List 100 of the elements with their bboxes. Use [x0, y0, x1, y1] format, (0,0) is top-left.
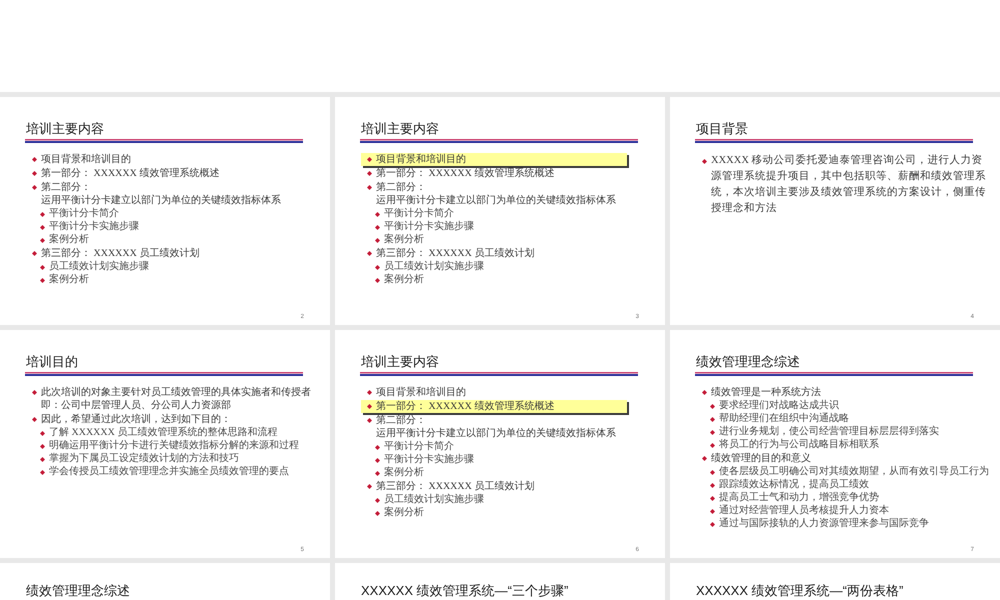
bullet-icon — [40, 456, 45, 462]
bullet-text: 项目背景和培训目的 — [41, 153, 131, 166]
sub-bullet-text: 通过对经营管理人员考核提升人力资本 — [719, 505, 889, 517]
bullet-text: 第一部分： XXXXXX 绩效管理系统概述 — [376, 400, 554, 413]
bullet-text: 绩效管理的目的和意义 — [711, 452, 811, 465]
sub-bullet-text: 掌握为下属员工设定绩效计划的方法和技巧 — [49, 453, 239, 465]
bullet-text: 第二部分： — [376, 181, 427, 194]
slide-title: 培训目的 — [25, 353, 79, 370]
bullet-icon — [710, 416, 715, 422]
sub-bullet-text: 将员工的行为与公司战略目标相联系 — [719, 439, 879, 451]
bullet-text: 项目背景和培训目的 — [376, 386, 466, 399]
bullet-icon — [710, 470, 715, 474]
slide-title: 培训主要内容 — [360, 353, 440, 370]
slide-title: XXXXXX 绩效管理系统—“两份表格” — [695, 582, 904, 598]
bullet-icon — [375, 458, 380, 462]
bullet-icon — [40, 470, 45, 474]
bullet-text: 此次培训的对象主要针对员工绩效管理的具体实施者和传授者 — [41, 386, 311, 399]
bullet-icon — [710, 508, 715, 514]
sub-bullet-text: 使各层级员工明确公司对其绩效期望，从而有效引导员工行为 — [719, 466, 989, 478]
bullet-icon — [375, 444, 380, 450]
sub-bullet-text: 要求经理们对战略达成共识 — [719, 400, 839, 412]
bullet-icon — [367, 390, 372, 395]
slide-title: 培训主要内容 — [25, 120, 105, 137]
slide-thumbnail[interactable]: XXXXXX 绩效管理系统—“两份表格” — [670, 563, 1000, 600]
bullet-icon — [367, 157, 372, 162]
sub-bullet-text: 明确运用平衡计分卡进行关键绩效指标分解的来源和过程 — [49, 440, 299, 452]
bullet-icon — [702, 158, 707, 164]
bullet-icon — [32, 251, 37, 256]
bullet-icon — [40, 278, 45, 282]
bullet-text: 因此，希望通过此次培训，达到如下目的： — [41, 413, 231, 426]
slide-thumbnail[interactable]: 绩效管理理念综述 — [0, 563, 330, 600]
bullet-icon — [32, 171, 37, 176]
bullet-icon — [367, 185, 372, 190]
bullet-icon — [710, 430, 715, 434]
slide-title: 培训主要内容 — [360, 120, 440, 137]
bullet-icon — [32, 390, 37, 395]
bullet-icon — [702, 390, 707, 395]
bullet-icon — [710, 496, 715, 500]
sub-bullet-text: 平衡计分卡简介 — [384, 441, 454, 453]
bullet-icon — [40, 264, 45, 270]
bullet-icon — [375, 224, 380, 230]
bullet-icon — [710, 442, 715, 448]
sub-bullet-text: 员工绩效计划实施步骤 — [49, 261, 149, 273]
bullet-text: 第三部分： XXXXXX 员工绩效计划 — [41, 247, 200, 260]
bullet-text: 第三部分： XXXXXX 员工绩效计划 — [376, 247, 534, 260]
bullet-icon — [375, 264, 380, 270]
bullet-icon — [32, 157, 37, 162]
bullet-icon — [367, 404, 372, 409]
sub-bullet-text: 平衡计分卡简介 — [49, 208, 119, 220]
slide-thumbnail[interactable] — [670, 330, 1000, 558]
bullet-icon — [375, 470, 380, 476]
paragraph-text: XXXXX 移动公司委托爱迪泰管理咨询公司，进行人力资源管理系统提升项目，其中包括职等、薪酬和绩效管理系统，本次培训主要涉及绩效管理系统的方案设计，侧重传授理念和方法 — [711, 153, 987, 216]
sub-bullet-text: 案例分析 — [384, 234, 424, 246]
sub-bullet-text: 进行业务规划，使公司经营管理目标层层得到落实 — [719, 426, 939, 438]
bullet-icon — [40, 238, 45, 242]
sub-bullet-text: 提高员工士气和动力，增强竞争优势 — [719, 492, 879, 504]
bullet-text: 绩效管理是一种系统方法 — [711, 386, 821, 399]
bullet-text: 第一部分： XXXXXX 绩效管理系统概述 — [376, 167, 554, 180]
slide-title: 绩效管理理念综述 — [25, 582, 131, 598]
bullet-icon — [367, 251, 372, 256]
bullet-icon — [710, 404, 715, 408]
sub-bullet-text: 员工绩效计划实施步骤 — [384, 494, 484, 506]
continuation-text: 运用平衡计分卡建立以部门为单位的关键绩效指标体系 — [41, 194, 281, 207]
bullet-text: 第三部分： XXXXXX 员工绩效计划 — [376, 480, 534, 493]
bullet-icon — [40, 224, 45, 230]
sub-bullet-text: 案例分析 — [384, 507, 424, 519]
bullet-icon — [710, 482, 715, 488]
slide-title: XXXXXX 绩效管理系统—“三个步骤” — [360, 582, 570, 598]
continuation-text: 即：公司中层管理人员、分公司人力资源部 — [41, 399, 232, 412]
bullet-icon — [367, 418, 372, 423]
bullet-icon — [40, 444, 45, 448]
bullet-icon — [375, 510, 380, 516]
sub-bullet-text: 员工绩效计划实施步骤 — [384, 261, 484, 273]
sub-bullet-text: 通过与国际接轨的人力资源管理来参与国际竞争 — [719, 518, 929, 530]
bullet-icon — [375, 212, 380, 216]
bullet-icon — [40, 430, 45, 436]
sub-bullet-text: 平衡计分卡简介 — [384, 208, 454, 220]
continuation-text: 运用平衡计分卡建立以部门为单位的关键绩效指标体系 — [376, 427, 616, 440]
slide-thumbnail[interactable]: XXXXXX 绩效管理系统—“三个步骤” — [335, 563, 665, 600]
slide-title: 绩效管理理念综述 — [695, 353, 801, 370]
bullet-icon — [40, 212, 45, 216]
sub-bullet-text: 案例分析 — [49, 234, 89, 246]
sub-bullet-text: 平衡计分卡实施步骤 — [49, 221, 139, 233]
bullet-icon — [375, 498, 380, 502]
sub-bullet-text: 帮助经理们在组织中沟通战略 — [719, 413, 849, 425]
bullet-icon — [375, 278, 380, 282]
bullet-text: 第二部分： — [376, 414, 427, 427]
bullet-icon — [32, 417, 37, 422]
sub-bullet-text: 平衡计分卡实施步骤 — [384, 454, 474, 466]
sub-bullet-text: 案例分析 — [49, 274, 89, 286]
sub-bullet-text: 学会传授员工绩效管理理念并实施全员绩效管理的要点 — [49, 466, 289, 478]
sub-bullet-text: 案例分析 — [384, 274, 424, 286]
bullet-text: 第二部分： — [41, 181, 92, 194]
sub-bullet-text: 跟踪绩效达标情况，提高员工绩效 — [719, 479, 869, 491]
continuation-text: 运用平衡计分卡建立以部门为单位的关键绩效指标体系 — [376, 194, 616, 207]
sub-bullet-text: 案例分析 — [384, 467, 424, 479]
bullet-icon — [367, 171, 372, 176]
bullet-icon — [367, 484, 372, 489]
sub-bullet-text: 了解 XXXXXX 员工绩效管理系统的整体思路和流程 — [49, 427, 278, 439]
bullet-icon — [32, 185, 37, 190]
